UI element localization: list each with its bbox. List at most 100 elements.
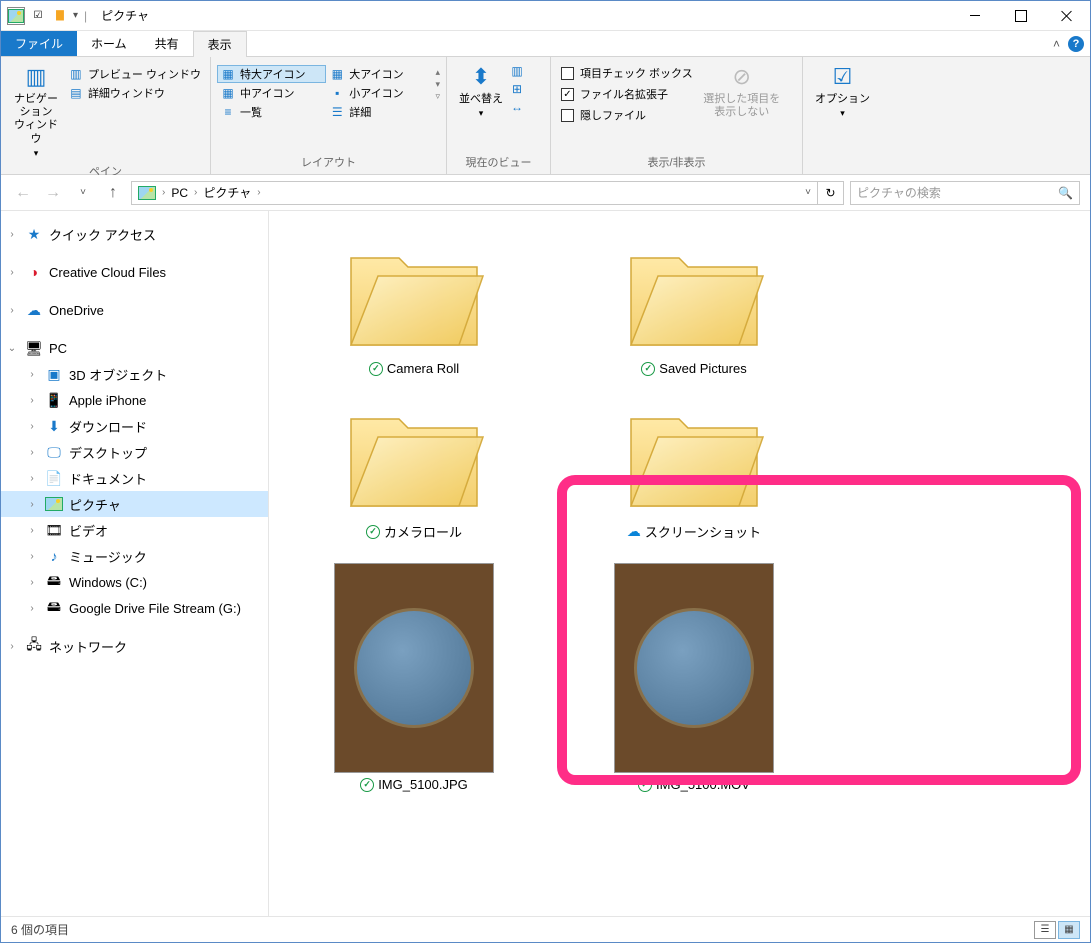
sidebar-item-3d-objects[interactable]: ›▣3D オブジェクト <box>1 361 268 387</box>
music-icon: ♪ <box>45 547 63 565</box>
chevron-right-icon[interactable]: › <box>25 577 39 588</box>
list-item[interactable]: ✓Saved Pictures <box>559 231 829 382</box>
chevron-right-icon[interactable]: › <box>5 305 19 316</box>
crumb-pictures[interactable]: ピクチャ <box>203 184 251 201</box>
sidebar-item-documents[interactable]: ›📄ドキュメント <box>1 465 268 491</box>
options-button[interactable]: ☑ オプション ▾ <box>809 61 876 121</box>
chevron-right-icon[interactable]: › <box>25 447 39 458</box>
sidebar-item-onedrive[interactable]: ›☁OneDrive <box>1 297 268 323</box>
nav-pane-button[interactable]: ▥ ナビゲーション ウィンドウ ▾ <box>7 61 65 161</box>
ribbon: ▥ ナビゲーション ウィンドウ ▾ ▥プレビュー ウィンドウ ▤詳細ウィンドウ … <box>1 57 1090 175</box>
help-icon[interactable]: ? <box>1068 36 1084 52</box>
quick-access-toolbar: ☑ ▇ ▾ <box>1 7 78 25</box>
search-input[interactable]: ピクチャの検索 🔍 <box>850 181 1080 205</box>
tab-view[interactable]: 表示 <box>193 31 247 57</box>
list-item[interactable]: ✓IMG_5100.MOV <box>559 557 829 798</box>
file-list[interactable]: ✓Camera Roll ✓Saved Pictures ✓カメラロール <box>269 211 1090 916</box>
detail-pane-button[interactable]: ▤詳細ウィンドウ <box>65 84 204 102</box>
preview-pane-icon: ▥ <box>68 66 84 82</box>
preview-pane-button[interactable]: ▥プレビュー ウィンドウ <box>65 65 204 83</box>
layout-l-icons[interactable]: ▦大アイコン <box>326 65 435 83</box>
layout-m-icons[interactable]: ▦中アイコン <box>217 84 326 102</box>
sidebar-item-pc[interactable]: ⌄🖥PC <box>1 335 268 361</box>
sort-button[interactable]: ⬍ 並べ替え ▾ <box>453 61 509 121</box>
layout-scroll-down-icon[interactable]: ▾ <box>435 79 440 90</box>
layout-more-icon[interactable]: ▿ <box>435 91 440 102</box>
xl-icons-icon: ▦ <box>220 66 236 82</box>
sync-ok-icon: ✓ <box>369 362 383 376</box>
sort-icon: ⬍ <box>465 63 497 91</box>
layout-xl-icons[interactable]: ▦特大アイコン <box>217 65 326 83</box>
maximize-button[interactable] <box>998 1 1044 31</box>
size-columns-icon[interactable]: ↔ <box>509 99 525 115</box>
hide-selected-button[interactable]: ⊘ 選択した項目を 表示しない <box>697 61 787 121</box>
chevron-down-icon[interactable]: ⌄ <box>5 343 19 354</box>
chevron-right-icon[interactable]: › <box>25 395 39 406</box>
chevron-right-icon[interactable]: › <box>5 641 19 652</box>
list-item[interactable]: ☁スクリーンショット <box>559 392 829 547</box>
layout-list[interactable]: ≡一覧 <box>217 103 326 121</box>
layout-scroll-up-icon[interactable]: ▴ <box>435 67 440 78</box>
chevron-right-icon[interactable]: › <box>25 473 39 484</box>
drive-icon: 🖴 <box>45 599 63 617</box>
sidebar-item-creative-cloud[interactable]: ›◑Creative Cloud Files <box>1 259 268 285</box>
list-item[interactable]: ✓カメラロール <box>279 392 549 547</box>
file-ext-toggle[interactable]: ✓ファイル名拡張子 <box>557 84 697 104</box>
item-checkboxes-toggle[interactable]: 項目チェック ボックス <box>557 63 697 83</box>
qat-properties-icon[interactable]: ☑ <box>29 7 47 25</box>
layout-s-icons[interactable]: ▪小アイコン <box>326 84 435 102</box>
sidebar-item-quick-access[interactable]: ›★クイック アクセス <box>1 221 268 247</box>
sidebar-item-music[interactable]: ›♪ミュージック <box>1 543 268 569</box>
tab-share[interactable]: 共有 <box>141 31 193 56</box>
qat-dropdown-icon[interactable]: ▾ <box>73 10 78 21</box>
qat-new-folder-icon[interactable]: ▇ <box>51 7 69 25</box>
group-by-icon[interactable]: ▥ <box>509 63 525 79</box>
sidebar-item-downloads[interactable]: ›⬇ダウンロード <box>1 413 268 439</box>
tab-home[interactable]: ホーム <box>77 31 141 56</box>
sidebar-item-apple-iphone[interactable]: ›📱Apple iPhone <box>1 387 268 413</box>
sidebar-item-pictures[interactable]: ›ピクチャ <box>1 491 268 517</box>
chevron-right-icon[interactable]: › <box>25 499 39 510</box>
layout-details[interactable]: ☰詳細 <box>326 103 435 121</box>
sidebar-item-videos[interactable]: ›🎞ビデオ <box>1 517 268 543</box>
download-icon: ⬇ <box>45 417 63 435</box>
thumbnails-view-toggle[interactable]: ▦ <box>1058 921 1080 939</box>
up-button[interactable]: ↑ <box>101 181 125 205</box>
close-button[interactable] <box>1044 1 1090 31</box>
video-icon: 🎞 <box>45 521 63 539</box>
crumb-pc[interactable]: PC <box>171 186 188 200</box>
sidebar-item-label: Apple iPhone <box>69 393 146 408</box>
nav-pane-label: ナビゲーション ウィンドウ <box>13 93 59 146</box>
item-name: IMG_5100.JPG <box>378 777 468 792</box>
ribbon-collapse-icon[interactable]: ˄ <box>1053 37 1060 51</box>
list-item[interactable]: ✓IMG_5100.JPG <box>279 557 549 798</box>
details-view-toggle[interactable]: ☰ <box>1034 921 1056 939</box>
minimize-button[interactable] <box>952 1 998 31</box>
list-item[interactable]: ✓Camera Roll <box>279 231 549 382</box>
sidebar-item-cdrive[interactable]: ›🖴Windows (C:) <box>1 569 268 595</box>
chevron-right-icon[interactable]: › <box>25 369 39 380</box>
breadcrumb[interactable]: › PC › ピクチャ › ˅ <box>131 181 818 205</box>
chevron-right-icon[interactable]: › <box>25 421 39 432</box>
add-columns-icon[interactable]: ⊞ <box>509 81 525 97</box>
tab-file[interactable]: ファイル <box>1 31 77 56</box>
address-dropdown-icon[interactable]: ˅ <box>805 187 811 198</box>
recent-locations-button[interactable]: ˅ <box>71 181 95 205</box>
chevron-right-icon[interactable]: › <box>194 187 197 198</box>
sidebar-item-gdrive[interactable]: ›🖴Google Drive File Stream (G:) <box>1 595 268 621</box>
item-checkboxes-label: 項目チェック ボックス <box>580 65 693 81</box>
chevron-right-icon[interactable]: › <box>162 187 165 198</box>
refresh-button[interactable]: ↻ <box>818 181 844 205</box>
sync-ok-icon: ✓ <box>641 362 655 376</box>
chevron-right-icon[interactable]: › <box>5 229 19 240</box>
hidden-items-toggle[interactable]: 隠しファイル <box>557 105 697 125</box>
chevron-right-icon[interactable]: › <box>25 525 39 536</box>
chevron-right-icon[interactable]: › <box>257 187 260 198</box>
chevron-right-icon[interactable]: › <box>5 267 19 278</box>
sidebar-item-network[interactable]: ›🖧ネットワーク <box>1 633 268 659</box>
back-button[interactable]: ← <box>11 181 35 205</box>
chevron-right-icon[interactable]: › <box>25 603 39 614</box>
forward-button[interactable]: → <box>41 181 65 205</box>
sidebar-item-desktop[interactable]: ›🖵デスクトップ <box>1 439 268 465</box>
chevron-right-icon[interactable]: › <box>25 551 39 562</box>
